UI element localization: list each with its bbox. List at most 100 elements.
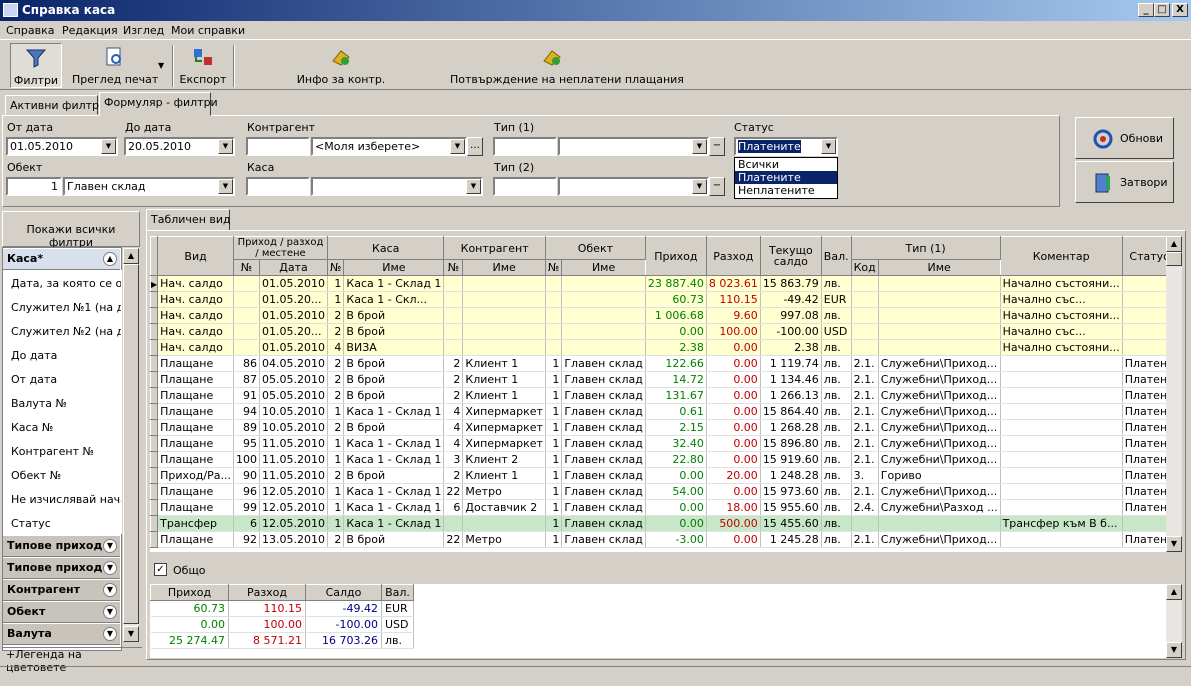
cell-in[interactable]: 0.00 [645,323,707,340]
chevron-down-icon[interactable]: ▼ [692,139,707,154]
table-row[interactable]: Плащане 100 11.05.2010 1 Каса 1 - Склад 1 3 Кл… [150,451,1166,468]
cell-cname[interactable]: Клиент 1 [462,355,546,372]
cell-cname[interactable]: Метро [462,483,546,500]
cell-kname[interactable]: В брой [343,355,445,372]
filter-item[interactable]: От дата [11,373,121,386]
minimize-button[interactable]: _ [1138,3,1154,17]
contractor-browse-button[interactable]: … [467,137,483,156]
cell-cur[interactable]: лв. [821,499,852,516]
cell-on[interactable]: 1 [545,499,563,516]
cell-tn[interactable]: Служебни\Приход... [878,483,1001,500]
cell-out[interactable]: 9.60 [706,307,761,324]
col-cash-name[interactable]: Име [343,259,445,276]
to-date-field[interactable]: 20.05.2010 ▼ [124,137,235,156]
cell-dno[interactable]: 100 [233,451,260,468]
cell-kn[interactable]: 1 [327,451,345,468]
cell-kn[interactable]: 2 [327,531,345,548]
cell-out[interactable]: 110.15 [706,291,761,308]
cell-oname[interactable]: Главен склад [561,371,646,388]
cell-bal[interactable]: 15 864.40 [760,403,822,420]
cell-tc[interactable]: 2.1. [851,435,879,452]
cell-on[interactable] [545,291,563,308]
filters-button[interactable]: Филтри [10,43,62,88]
type1-code-field[interactable] [493,137,557,156]
row-indicator[interactable] [150,371,159,388]
from-date-field[interactable]: 01.05.2010 ▼ [6,137,118,156]
filter-item[interactable]: Служител №2 (на док. [11,325,121,338]
totals-scrollbar[interactable]: ▲ ▼ [1166,584,1182,658]
cell-kn[interactable]: 2 [327,419,345,436]
cell-com[interactable] [1000,419,1123,436]
filter-item[interactable]: Валута № [11,397,121,410]
confirm-unpaid-button[interactable]: Потвърждение на неплатени плащания [450,43,684,88]
cell-in[interactable]: 2.15 [645,419,707,436]
object-select[interactable]: Главен склад ▼ [63,177,235,196]
col-type1[interactable]: Тип (1) [850,236,1001,260]
cell-com[interactable] [1000,483,1123,500]
cell-cur[interactable]: лв. [821,483,852,500]
cell-cn[interactable]: 4 [443,403,464,420]
cell-cname[interactable]: Метро [462,531,546,548]
cell-on[interactable]: 1 [545,435,563,452]
status-option-paid[interactable]: Платените [735,171,837,184]
cell-on[interactable]: 1 [545,467,563,484]
chevron-down-icon[interactable]: ▼ [821,139,836,154]
cell-tn[interactable] [878,291,1001,308]
cell-oname[interactable] [561,339,646,356]
cell-bal[interactable]: -49.42 [760,291,822,308]
cell-com[interactable] [1000,435,1123,452]
cell-oname[interactable] [561,323,646,340]
cell-st[interactable] [1122,515,1166,532]
scroll-down-button[interactable]: ▼ [1166,536,1182,552]
cell-on[interactable] [545,275,563,292]
col-type-name[interactable]: Име [877,259,1001,276]
cell-st[interactable]: Платено [1122,467,1166,484]
row-indicator[interactable] [150,531,159,548]
cell-cn[interactable] [443,275,464,292]
row-indicator[interactable] [150,451,159,468]
cell-cname[interactable]: Хипермаркет [462,419,546,436]
cell-tn[interactable]: Служебни\Приход... [878,435,1001,452]
cell-cur[interactable]: USD [821,323,852,340]
cell-cname[interactable] [462,515,546,532]
scroll-thumb[interactable] [1166,252,1182,266]
cell-in[interactable]: 54.00 [645,483,707,500]
cell-date[interactable]: 11.05.2010 [259,451,328,468]
row-indicator[interactable] [150,483,159,500]
scroll-down-button[interactable]: ▼ [123,626,139,642]
chevron-down-icon[interactable]: ▼ [158,61,164,70]
cell-tn[interactable] [878,323,1001,340]
cell-out[interactable]: 0.00 [706,371,761,388]
cell-bal[interactable]: 1 119.74 [760,355,822,372]
cell-tc[interactable]: 2.1. [851,371,879,388]
cell-cname[interactable]: Хипермаркет [462,435,546,452]
col-balance[interactable]: Текущо салдо [759,236,822,276]
table-row[interactable]: Трансфер 6 12.05.2010 1 Каса 1 - Склад 1 1 Гла… [150,515,1166,532]
cell-cn[interactable]: 2 [443,467,464,484]
cell-com[interactable]: Начално състояни... [1000,339,1123,356]
cell-out[interactable]: 0.00 [706,355,761,372]
cell-bal[interactable]: 15 955.60 [760,499,822,516]
cell-com[interactable]: Начално състояни... [1000,275,1123,292]
cell-tc[interactable]: 2.1. [851,355,879,372]
cell-st[interactable] [1122,291,1166,308]
cell-kn[interactable]: 2 [327,467,345,484]
show-all-filters-button[interactable]: Покажи всички филтри [2,211,140,249]
type2-select[interactable]: ▼ [558,177,709,196]
cell-kn[interactable]: 1 [327,435,345,452]
cell-in[interactable]: -3.00 [645,531,707,548]
cell-st[interactable]: Платено [1122,419,1166,436]
cell-tc[interactable]: 3. [851,467,879,484]
cell-tn[interactable]: Служебни\Приход... [878,451,1001,468]
cell-on[interactable]: 1 [545,371,563,388]
cell-st[interactable]: Платено [1122,371,1166,388]
cell-on[interactable] [545,339,563,356]
cell-dno[interactable] [233,275,260,292]
chevron-down-icon[interactable]: ▼ [103,627,117,641]
cell-vid[interactable]: Приход/Ра... [157,467,234,484]
cell-on[interactable]: 1 [545,483,563,500]
cell-tc[interactable]: 2.1. [851,531,879,548]
row-indicator[interactable]: ▶ [150,275,159,292]
cell-dno[interactable] [233,323,260,340]
cell-kname[interactable]: Каса 1 - Склад 1 [343,451,445,468]
